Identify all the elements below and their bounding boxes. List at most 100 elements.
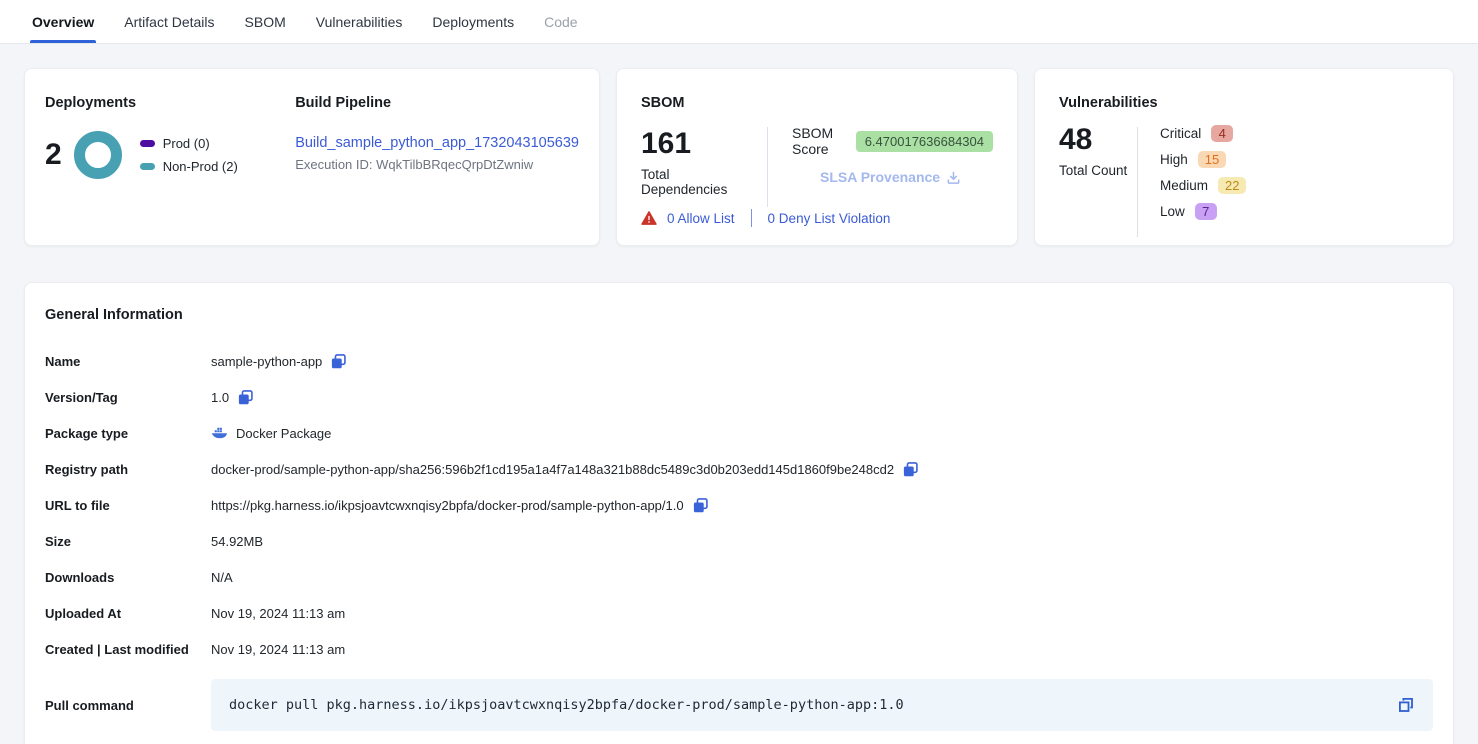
version-tag-value: 1.0 xyxy=(211,390,229,405)
severity-row-low: Low 7 xyxy=(1160,203,1246,220)
severity-critical-label: Critical xyxy=(1160,126,1201,141)
row-size: Size 54.92MB xyxy=(45,523,1433,559)
row-version-tag: Version/Tag 1.0 xyxy=(45,379,1433,415)
size-value: 54.92MB xyxy=(211,534,263,549)
legend-item-prod: Prod (0) xyxy=(140,136,238,151)
nonprod-swatch xyxy=(140,163,155,170)
sbom-totals: 161 Total Dependencies xyxy=(641,125,745,209)
tab-artifact-details[interactable]: Artifact Details xyxy=(124,0,214,43)
vulnerabilities-card: Vulnerabilities 48 Total Count Critical … xyxy=(1034,68,1454,246)
tab-deployments[interactable]: Deployments xyxy=(432,0,514,43)
tab-deployments-label: Deployments xyxy=(432,14,514,30)
sbom-score-section: SBOM Score 6.470017636684304 SLSA Proven… xyxy=(792,125,993,209)
row-registry-path: Registry path docker-prod/sample-python-… xyxy=(45,451,1433,487)
url-to-file-value: https://pkg.harness.io/ikpsjoavtcwxnqisy… xyxy=(211,498,684,513)
pull-command-label: Pull command xyxy=(45,698,211,713)
sbom-score-badge: 6.470017636684304 xyxy=(856,131,993,152)
links-divider xyxy=(751,209,752,227)
vulnerabilities-body: 48 Total Count Critical 4 High 15 xyxy=(1059,125,1429,239)
name-label: Name xyxy=(45,354,211,369)
deployments-legend: Prod (0) Non-Prod (2) xyxy=(140,136,238,174)
allow-list-link[interactable]: 0 Allow List xyxy=(667,211,735,226)
tab-overview[interactable]: Overview xyxy=(32,0,94,43)
prod-label: Prod (0) xyxy=(163,136,210,151)
general-information-rows: Name sample-python-app Version/Tag 1.0 xyxy=(45,343,1433,731)
url-to-file-label: URL to file xyxy=(45,498,211,513)
downloads-value: N/A xyxy=(211,570,233,585)
deployments-body: 2 Prod (0) Non-Prod (2) xyxy=(45,131,295,179)
deployments-section: Deployments 2 Prod (0) Non-Prod (2) xyxy=(45,95,295,225)
copy-url-button[interactable] xyxy=(692,497,709,514)
severity-medium-badge: 22 xyxy=(1218,177,1246,194)
legend-item-nonprod: Non-Prod (2) xyxy=(140,159,238,174)
row-downloads: Downloads N/A xyxy=(45,559,1433,595)
created-modified-value: Nov 19, 2024 11:13 am xyxy=(211,642,345,657)
deployments-card: Deployments 2 Prod (0) Non-Prod (2) xyxy=(24,68,600,246)
registry-path-label: Registry path xyxy=(45,462,211,477)
tab-overview-label: Overview xyxy=(32,14,94,30)
name-value-group: sample-python-app xyxy=(211,353,347,370)
severity-high-badge: 15 xyxy=(1198,151,1226,168)
version-tag-label: Version/Tag xyxy=(45,390,211,405)
row-url-to-file: URL to file https://pkg.harness.io/ikpsj… xyxy=(45,487,1433,523)
sbom-title: SBOM xyxy=(641,95,993,111)
copy-name-button[interactable] xyxy=(330,353,347,370)
deployments-title: Deployments xyxy=(45,95,295,111)
build-pipeline-title: Build Pipeline xyxy=(295,95,579,111)
pull-command-box: docker pull pkg.harness.io/ikpsjoavtcwxn… xyxy=(211,679,1433,731)
copy-pull-command-button[interactable] xyxy=(1397,696,1415,714)
copy-outline-icon xyxy=(1397,696,1415,714)
slsa-provenance-download[interactable]: SLSA Provenance xyxy=(820,169,993,185)
artifact-overview-page: Overview Artifact Details SBOM Vulnerabi… xyxy=(0,0,1478,744)
tab-code: Code xyxy=(544,0,577,43)
pull-command-value: docker pull pkg.harness.io/ikpsjoavtcwxn… xyxy=(229,697,1397,713)
tab-vulnerabilities-label: Vulnerabilities xyxy=(316,14,403,30)
created-modified-label: Created | Last modified xyxy=(45,642,211,657)
execution-id: Execution ID: WqkTilbBRqecQrpDtZwniw xyxy=(295,157,579,172)
deployments-count: 2 xyxy=(45,140,62,170)
uploaded-at-value: Nov 19, 2024 11:13 am xyxy=(211,606,345,621)
general-information-card: General Information Name sample-python-a… xyxy=(24,282,1454,744)
page-content: Deployments 2 Prod (0) Non-Prod (2) xyxy=(0,44,1478,744)
severity-critical-badge: 4 xyxy=(1211,125,1233,142)
vulnerabilities-total-label: Total Count xyxy=(1059,163,1137,178)
tab-code-label: Code xyxy=(544,14,577,30)
vulnerabilities-totals: 48 Total Count xyxy=(1059,125,1137,239)
copy-icon xyxy=(902,461,919,478)
severity-low-label: Low xyxy=(1160,204,1185,219)
sbom-total-label: Total Dependencies xyxy=(641,167,745,197)
uploaded-at-label: Uploaded At xyxy=(45,606,211,621)
severity-row-medium: Medium 22 xyxy=(1160,177,1246,194)
severity-high-label: High xyxy=(1160,152,1188,167)
summary-cards-row: Deployments 2 Prod (0) Non-Prod (2) xyxy=(24,68,1454,246)
sbom-divider xyxy=(767,127,768,207)
tab-bar: Overview Artifact Details SBOM Vulnerabi… xyxy=(0,0,1478,44)
vulnerabilities-total-count: 48 xyxy=(1059,125,1137,155)
sbom-score-label: SBOM Score xyxy=(792,125,846,157)
severity-list: Critical 4 High 15 Medium 22 Low xyxy=(1160,125,1246,239)
tab-sbom[interactable]: SBOM xyxy=(245,0,286,43)
tab-vulnerabilities[interactable]: Vulnerabilities xyxy=(316,0,403,43)
vulnerabilities-title: Vulnerabilities xyxy=(1059,95,1429,111)
copy-version-button[interactable] xyxy=(237,389,254,406)
sbom-policy-links: 0 Allow List 0 Deny List Violation xyxy=(641,209,993,227)
version-tag-value-group: 1.0 xyxy=(211,389,254,406)
downloads-label: Downloads xyxy=(45,570,211,585)
row-package-type: Package type Docker Package xyxy=(45,415,1433,451)
deny-list-link[interactable]: 0 Deny List Violation xyxy=(768,211,891,226)
name-value: sample-python-app xyxy=(211,354,322,369)
copy-registry-path-button[interactable] xyxy=(902,461,919,478)
sbom-body: 161 Total Dependencies SBOM Score 6.4700… xyxy=(641,125,993,209)
build-pipeline-link[interactable]: Build_sample_python_app_1732043105639 xyxy=(295,135,579,151)
severity-medium-label: Medium xyxy=(1160,178,1208,193)
row-uploaded-at: Uploaded At Nov 19, 2024 11:13 am xyxy=(45,595,1433,631)
sbom-score-row: SBOM Score 6.470017636684304 xyxy=(792,125,993,157)
tab-sbom-label: SBOM xyxy=(245,14,286,30)
copy-icon xyxy=(237,389,254,406)
registry-path-value: docker-prod/sample-python-app/sha256:596… xyxy=(211,462,894,477)
nonprod-label: Non-Prod (2) xyxy=(163,159,238,174)
copy-icon xyxy=(330,353,347,370)
severity-row-high: High 15 xyxy=(1160,151,1246,168)
row-name: Name sample-python-app xyxy=(45,343,1433,379)
package-type-value: Docker Package xyxy=(236,426,331,441)
